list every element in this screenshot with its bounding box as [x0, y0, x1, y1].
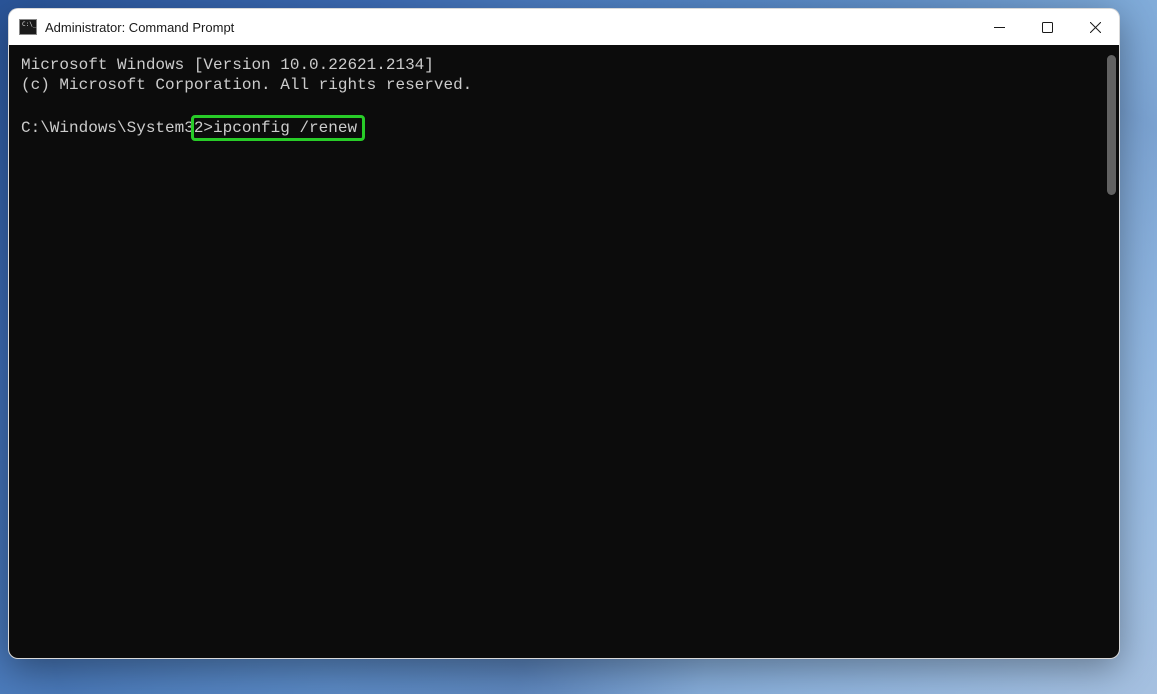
cmd-app-icon — [19, 19, 37, 35]
maximize-icon — [1042, 22, 1053, 33]
close-button[interactable] — [1071, 9, 1119, 45]
terminal-prompt-line: C:\Windows\System32>ipconfig /renew — [21, 115, 1107, 135]
titlebar[interactable]: Administrator: Command Prompt — [9, 9, 1119, 45]
terminal-line-copyright: (c) Microsoft Corporation. All rights re… — [21, 75, 1107, 95]
command-prompt-window: Administrator: Command Prompt Microsof — [8, 8, 1120, 659]
close-icon — [1090, 22, 1101, 33]
maximize-button[interactable] — [1023, 9, 1071, 45]
window-title: Administrator: Command Prompt — [45, 20, 234, 35]
highlighted-command: 2>ipconfig /renew — [191, 115, 365, 141]
terminal-line-blank — [21, 95, 1107, 115]
terminal-output[interactable]: Microsoft Windows [Version 10.0.22621.21… — [9, 45, 1119, 659]
minimize-icon — [994, 22, 1005, 33]
terminal-line-version: Microsoft Windows [Version 10.0.22621.21… — [21, 55, 1107, 75]
minimize-button[interactable] — [975, 9, 1023, 45]
scrollbar-thumb[interactable] — [1107, 55, 1116, 195]
prompt-prefix: C:\Windows\System3 — [21, 119, 194, 137]
window-controls — [975, 9, 1119, 45]
